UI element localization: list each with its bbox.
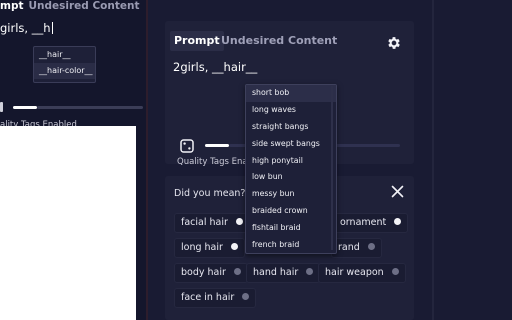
left-slider-track[interactable] (37, 106, 143, 109)
chip-dot (230, 243, 238, 250)
left-dice-icon[interactable] (0, 102, 3, 112)
autocomplete-item[interactable]: side swept bangs (246, 136, 336, 153)
chip-label: rand (338, 242, 360, 253)
autocomplete-dropdown: short bob long waves straight bangs side… (245, 84, 337, 254)
chip-label: hair weapon (325, 267, 384, 278)
dice-icon[interactable] (180, 139, 194, 153)
autocomplete-item[interactable]: braided crown (246, 203, 336, 220)
tab-undesired-content[interactable]: Undesired Content (221, 31, 337, 51)
left-prompt-text: girls, __h (0, 21, 51, 35)
chip-dot (367, 243, 375, 250)
chip-dot (306, 268, 314, 275)
chip-dot (242, 293, 250, 300)
suggestion-chip[interactable]: hand hair (246, 263, 321, 283)
chip-label: face in hair (181, 292, 235, 303)
left-tab-bar: mpt Undesired Content (0, 0, 139, 14)
blank-image-area (0, 126, 136, 320)
close-icon[interactable] (391, 185, 404, 198)
autocomplete-item[interactable]: long waves (246, 102, 336, 119)
chip-dot (391, 268, 399, 275)
autocomplete-item[interactable]: messy bun (246, 186, 336, 203)
quality-tags-label: Quality Tags Enab (177, 157, 253, 167)
chip-label: facial hair (181, 217, 228, 228)
quality-slider-fill[interactable] (205, 144, 229, 147)
chip-label: body hair (181, 267, 226, 278)
chip-label: hand hair (253, 267, 299, 278)
chip-dot (394, 218, 402, 225)
left-prompt-input[interactable]: girls, __h (0, 21, 53, 35)
suggestion-chip[interactable]: hair weapon (318, 263, 406, 283)
left-tab-undesired[interactable]: Undesired Content (28, 0, 139, 12)
autocomplete-item[interactable]: straight bangs (246, 119, 336, 136)
gear-icon[interactable] (386, 35, 402, 51)
suggestion-chip[interactable]: facial hair (174, 213, 250, 233)
left-suggestion-popup: __hair__ __hair-color__ (33, 46, 96, 83)
dropdown-scrollbar[interactable] (331, 86, 333, 250)
autocomplete-item[interactable]: short bob (246, 85, 336, 102)
suggestion-chip[interactable]: ornament (333, 213, 409, 233)
chip-dot (235, 218, 243, 225)
suggestion-chip[interactable]: long hair (174, 238, 245, 258)
chip-label: long hair (181, 242, 223, 253)
chip-dot (233, 268, 241, 275)
autocomplete-item[interactable]: low bun (246, 169, 336, 186)
left-suggestion-item[interactable]: __hair-color__ (34, 63, 95, 79)
chip-label: ornament (340, 217, 387, 228)
text-caret (51, 22, 53, 34)
left-suggestion-item[interactable]: __hair__ (34, 47, 95, 63)
autocomplete-item[interactable]: fishtail braid (246, 220, 336, 237)
suggestion-chip[interactable]: body hair (174, 263, 248, 283)
left-slider-fill[interactable] (13, 106, 37, 109)
left-tab-prompt[interactable]: mpt (0, 0, 23, 12)
autocomplete-item[interactable]: high ponytail (246, 153, 336, 170)
did-you-mean-title: Did you mean? (174, 188, 246, 199)
autocomplete-item[interactable]: french braid (246, 237, 336, 254)
prompt-input[interactable]: 2girls, __hair__ (173, 60, 257, 74)
tab-prompt[interactable]: Prompt (170, 31, 224, 51)
panel-edge (432, 0, 434, 320)
suggestion-chip[interactable]: face in hair (174, 288, 257, 308)
suggestion-chip[interactable]: rand (331, 238, 382, 258)
